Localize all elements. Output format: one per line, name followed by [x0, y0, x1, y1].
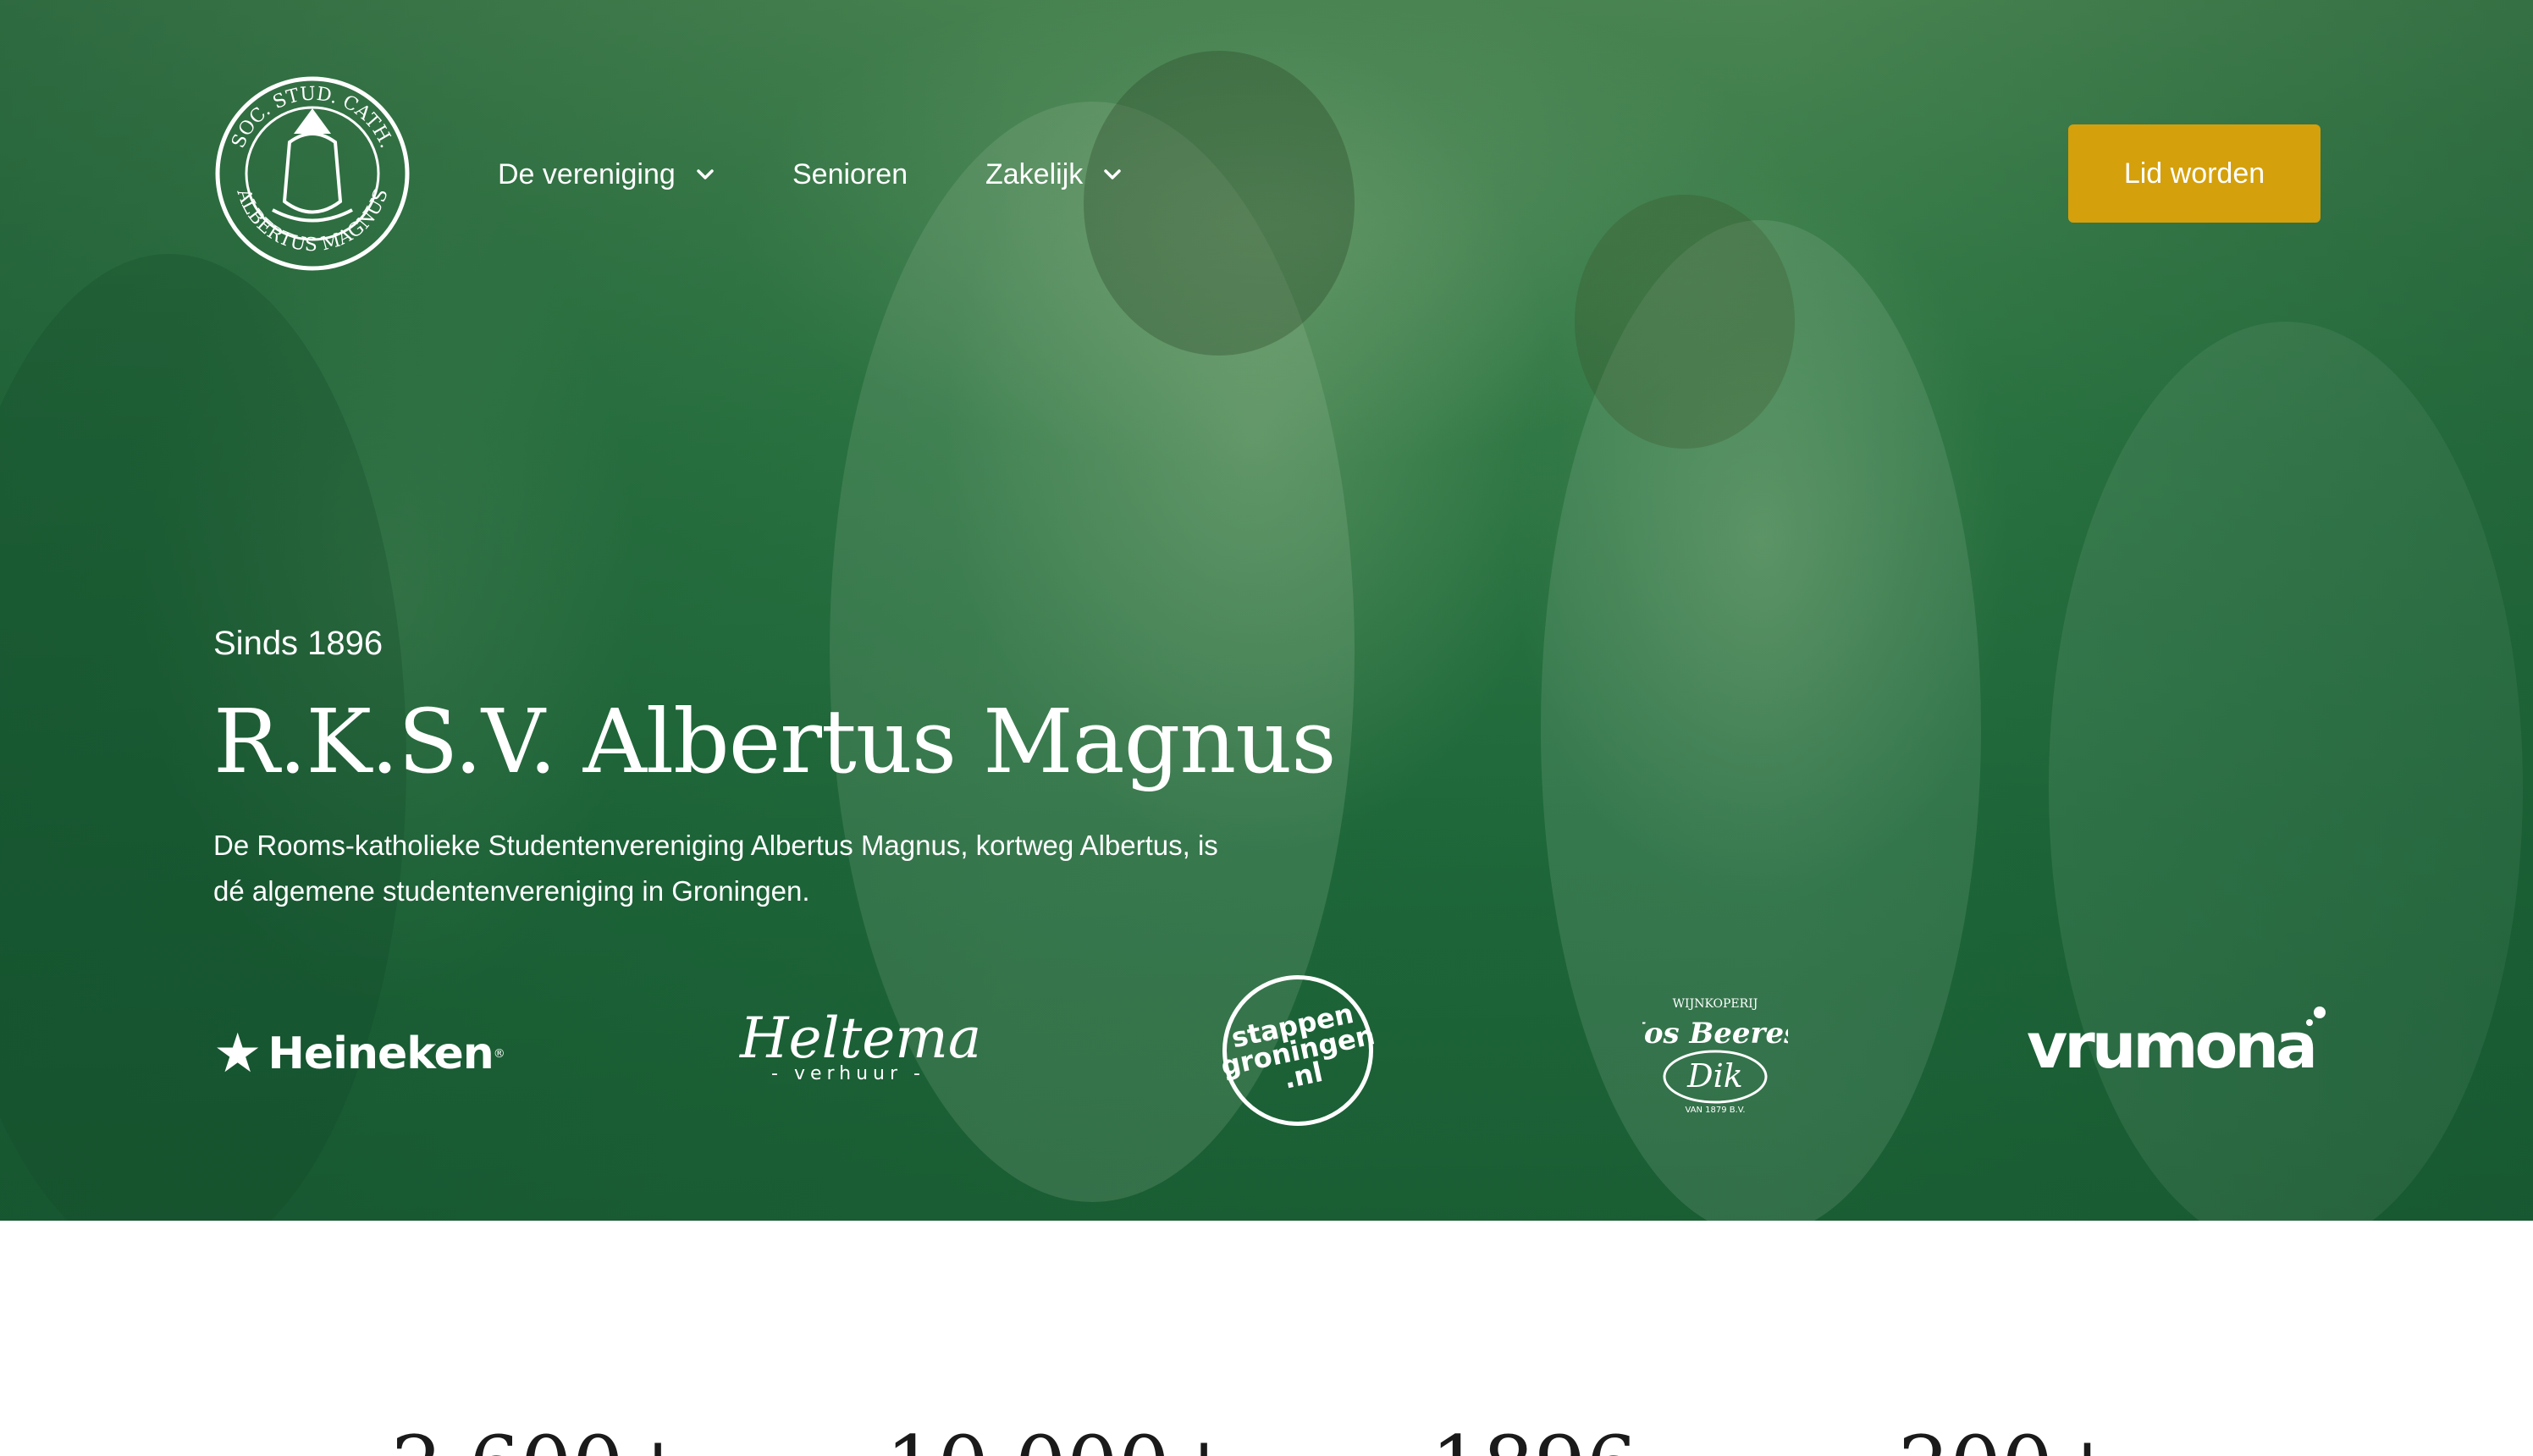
chevron-down-icon — [1104, 169, 1121, 179]
star-icon: ★ — [213, 1023, 262, 1085]
stat-count: 200+ — [1898, 1419, 2122, 1456]
nav-item-de-vereniging[interactable]: De vereniging — [498, 151, 716, 198]
stat-members: 2.600+ — [391, 1419, 692, 1456]
stat-alumni: 10.000+ — [886, 1419, 1238, 1456]
sponsor-heineken-label: Heineken — [268, 1029, 494, 1079]
join-button[interactable]: Lid worden — [2068, 124, 2321, 223]
hero-since: Sinds 1896 — [213, 625, 384, 662]
logo-seal-icon: SOC. STUD. CATH. ALBERTUS MAGNUS — [215, 76, 410, 271]
dots-icon — [2305, 1007, 2326, 1026]
sponsor-jos-top: WIJNKOPERIJ — [1673, 997, 1758, 1011]
sponsor-heltema-label: Heltema — [740, 1006, 982, 1071]
chevron-down-icon — [697, 169, 714, 179]
sponsor-heltema[interactable]: Heltema - verhuur - — [740, 1006, 982, 1085]
nav-label: De vereniging — [498, 157, 676, 190]
sponsor-vrumona[interactable]: vrumona — [2027, 1007, 2326, 1083]
registered-icon: ® — [493, 1047, 505, 1061]
nav-item-senioren[interactable]: Senioren — [792, 151, 908, 198]
sponsor-stappen-line: .nl — [1280, 1055, 1326, 1095]
sponsor-heineken[interactable]: ★ Heineken ® — [213, 1023, 505, 1085]
jos-beeres-logo-icon: WIJNKOPERIJ Jos Beeres Dik VAN 1879 B.V. — [1625, 997, 1800, 1115]
nav-label: Senioren — [792, 157, 908, 190]
page-title: R.K.S.V. Albertus Magnus — [213, 690, 1337, 793]
sponsor-jos-year: VAN 1879 B.V. — [1685, 1106, 1745, 1115]
nav-item-zakelijk[interactable]: Zakelijk — [985, 151, 1123, 198]
sponsor-jos-beeres-dik[interactable]: WIJNKOPERIJ Jos Beeres Dik VAN 1879 B.V. — [1625, 987, 1800, 1116]
stat-founded: 1896 — [1431, 1419, 1637, 1456]
hero-section: SOC. STUD. CATH. ALBERTUS MAGNUS De vere… — [0, 0, 2533, 1221]
hero-description: De Rooms-katholieke Studentenvereniging … — [213, 830, 1218, 907]
sponsor-vrumona-label: vrumona — [2027, 1010, 2318, 1083]
nav-label: Zakelijk — [985, 157, 1084, 190]
sponsor-jos-main: Jos Beeres — [1642, 1017, 1788, 1051]
sponsor-jos-sub: Dik — [1686, 1057, 1743, 1095]
site-logo[interactable]: SOC. STUD. CATH. ALBERTUS MAGNUS — [213, 74, 411, 273]
sponsor-heltema-sub: - verhuur - — [771, 1063, 925, 1084]
